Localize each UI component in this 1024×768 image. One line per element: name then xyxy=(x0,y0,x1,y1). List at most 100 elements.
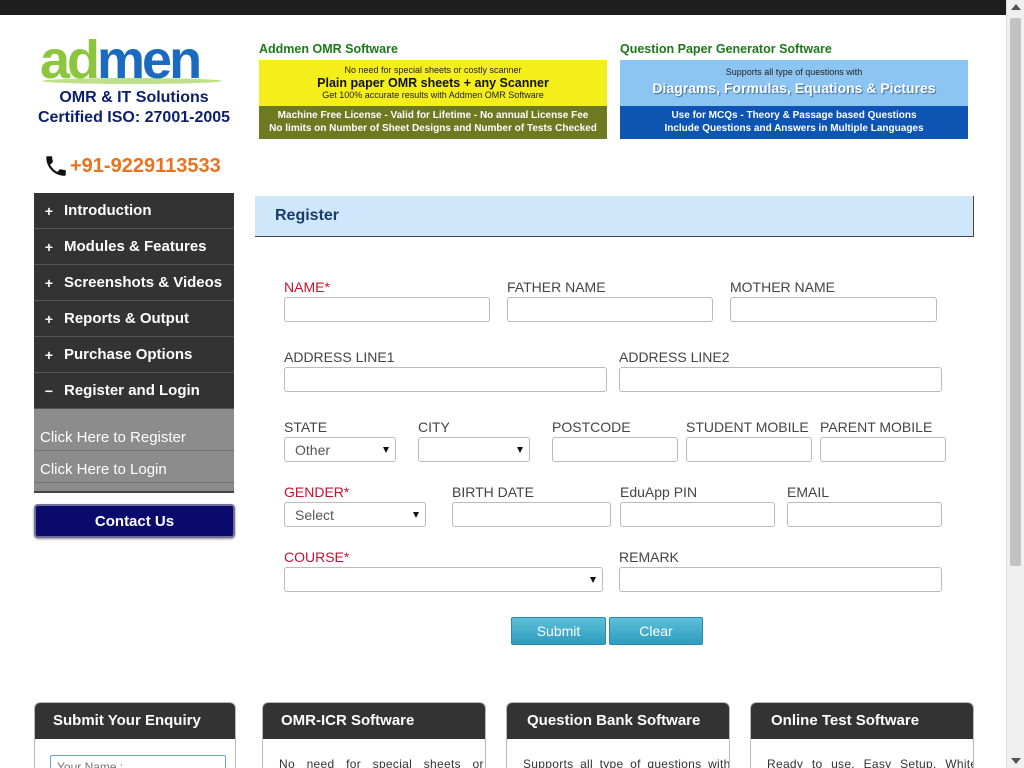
submit-button[interactable]: Submit xyxy=(511,617,606,645)
email-input[interactable] xyxy=(787,502,942,527)
enquiry-name-input[interactable] xyxy=(50,755,226,768)
course-select[interactable] xyxy=(284,567,603,592)
phone-icon xyxy=(46,156,66,176)
omr-line2: Plain paper OMR sheets + any Scanner xyxy=(317,76,549,90)
sidebar-item-introduction[interactable]: + Introduction xyxy=(34,193,234,229)
plus-icon: + xyxy=(44,202,54,219)
submenu-end xyxy=(34,483,234,493)
sidebar-item-label: Reports & Output xyxy=(64,310,189,327)
city-select[interactable] xyxy=(418,437,530,462)
online-test-box-title[interactable]: Online Test Software xyxy=(751,703,973,739)
mother-name-input[interactable] xyxy=(730,297,937,322)
dropdown-caret-icon xyxy=(590,577,596,583)
parent-mobile-label: PARENT MOBILE xyxy=(820,419,933,435)
sidebar-item-purchase[interactable]: + Purchase Options xyxy=(34,337,234,373)
phone-number: +91-9229113533 xyxy=(70,154,221,177)
remark-input[interactable] xyxy=(619,567,942,592)
qp-banner-top: Supports all type of questions with Diag… xyxy=(620,60,968,106)
state-select[interactable]: Other xyxy=(284,437,396,462)
course-label: COURSE* xyxy=(284,549,350,565)
question-bank-box: Question Bank Software Supports all type… xyxy=(506,702,730,768)
parent-mobile-input[interactable] xyxy=(820,437,946,462)
qp-banner-title[interactable]: Question Paper Generator Software xyxy=(620,42,832,56)
tagline: OMR & IT Solutions xyxy=(59,89,209,106)
omr-line1: No need for special sheets or costly sca… xyxy=(344,65,522,75)
postcode-input[interactable] xyxy=(552,437,678,462)
address1-label: ADDRESS LINE1 xyxy=(284,349,395,365)
address2-input[interactable] xyxy=(619,367,942,392)
omr-banner-bottom: Machine Free License - Valid for Lifetim… xyxy=(259,106,607,139)
sidebar-item-reports[interactable]: + Reports & Output xyxy=(34,301,234,337)
sidebar-subitem-login[interactable]: Click Here to Login xyxy=(34,451,234,483)
gender-value: Select xyxy=(295,507,334,523)
father-name-label: FATHER NAME xyxy=(507,279,606,295)
remark-label: REMARK xyxy=(619,549,679,565)
enquiry-box-title: Submit Your Enquiry xyxy=(35,703,235,739)
name-input[interactable] xyxy=(284,297,490,322)
name-label: NAME* xyxy=(284,279,330,295)
sidebar-item-label: Introduction xyxy=(64,202,152,219)
clear-button[interactable]: Clear xyxy=(609,617,703,645)
sidebar-item-label: Screenshots & Videos xyxy=(64,274,223,291)
omr-banner-top: No need for special sheets or costly sca… xyxy=(259,60,607,106)
qp-banner-bottom: Use for MCQs - Theory & Passage based Qu… xyxy=(620,106,968,139)
phone-contact[interactable]: +91-9229113533 xyxy=(43,153,221,179)
student-mobile-input[interactable] xyxy=(686,437,812,462)
sidebar-nav: + Introduction + Modules & Features + Sc… xyxy=(34,193,234,493)
address2-label: ADDRESS LINE2 xyxy=(619,349,730,365)
certification: Certified ISO: 27001-2005 xyxy=(37,109,231,126)
birth-date-input[interactable] xyxy=(452,502,611,527)
scrollbar[interactable] xyxy=(1006,0,1024,768)
online-test-box: Online Test Software Ready to use. Easy … xyxy=(750,702,974,768)
omr-icr-box: OMR-ICR Software No need for special she… xyxy=(262,702,486,768)
father-name-input[interactable] xyxy=(507,297,713,322)
sidebar-item-register-login[interactable]: − Register and Login xyxy=(34,373,234,409)
eduapp-pin-label: EduApp PIN xyxy=(620,484,698,500)
admen-logo[interactable]: admen xyxy=(40,33,230,87)
plus-icon: + xyxy=(44,310,54,327)
sidebar-subitem-register[interactable]: Click Here to Register xyxy=(34,409,234,451)
email-label: EMAIL xyxy=(787,484,830,500)
question-bank-box-text: Supports all type of questions with xyxy=(523,757,730,768)
enquiry-box: Submit Your Enquiry xyxy=(34,702,236,768)
student-mobile-label: STUDENT MOBILE xyxy=(686,419,809,435)
birth-date-label: BIRTH DATE xyxy=(452,484,534,500)
contact-us-button[interactable]: Contact Us xyxy=(34,504,235,538)
omr-banner[interactable]: No need for special sheets or costly sca… xyxy=(259,60,607,139)
sidebar-item-label: Register and Login xyxy=(64,382,200,399)
minus-icon: − xyxy=(44,382,54,399)
question-bank-box-title[interactable]: Question Bank Software xyxy=(507,703,729,739)
sidebar-item-modules[interactable]: + Modules & Features xyxy=(34,229,234,265)
postcode-label: POSTCODE xyxy=(552,419,631,435)
omr-line3: Get 100% accurate results with Addmen OM… xyxy=(322,90,544,100)
omr-icr-box-text: No need for special sheets or xyxy=(279,757,484,768)
omr-icr-box-title[interactable]: OMR-ICR Software xyxy=(263,703,485,739)
eduapp-pin-input[interactable] xyxy=(620,502,775,527)
scroll-up-icon[interactable] xyxy=(1011,4,1021,10)
omr-banner-title[interactable]: Addmen OMR Software xyxy=(259,42,398,56)
register-header: Register xyxy=(255,196,974,237)
gender-label: GENDER* xyxy=(284,484,350,500)
logo-text-blue: men xyxy=(97,30,202,90)
plus-icon: + xyxy=(44,238,54,255)
register-login-submenu: Click Here to Register Click Here to Log… xyxy=(34,409,234,493)
top-bar xyxy=(0,0,1006,15)
qp-banner[interactable]: Supports all type of questions with Diag… xyxy=(620,60,968,139)
omr-line4: Machine Free License - Valid for Lifetim… xyxy=(277,110,589,121)
omr-line5: No limits on Number of Sheet Designs and… xyxy=(269,123,597,134)
scroll-down-icon[interactable] xyxy=(1011,758,1021,764)
dropdown-caret-icon xyxy=(517,447,523,453)
qp-line3: Use for MCQs - Theory & Passage based Qu… xyxy=(671,110,917,121)
gender-select[interactable]: Select xyxy=(284,502,426,527)
city-label: CITY xyxy=(418,419,450,435)
qp-line1: Supports all type of questions with xyxy=(725,67,863,77)
scroll-thumb[interactable] xyxy=(1010,18,1021,566)
sidebar-item-label: Purchase Options xyxy=(64,346,193,363)
dropdown-caret-icon xyxy=(383,447,389,453)
plus-icon: + xyxy=(44,274,54,291)
logo-text-green: ad xyxy=(40,30,100,90)
dropdown-caret-icon xyxy=(413,512,419,518)
sidebar-item-screenshots[interactable]: + Screenshots & Videos xyxy=(34,265,234,301)
address1-input[interactable] xyxy=(284,367,607,392)
plus-icon: + xyxy=(44,346,54,363)
